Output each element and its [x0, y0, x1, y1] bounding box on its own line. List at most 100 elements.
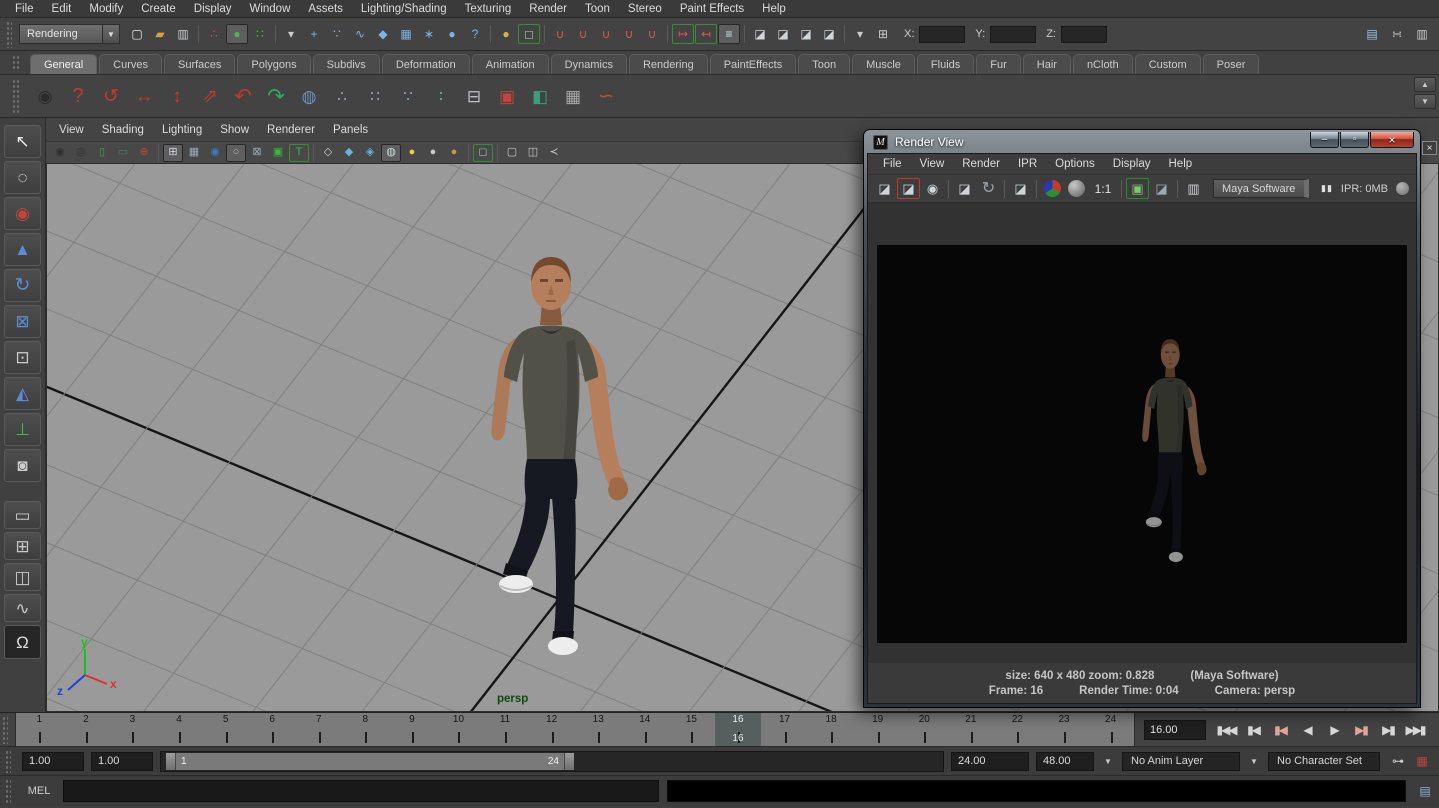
menu-show[interactable]: Show: [211, 124, 258, 136]
shelf-tab-deformation[interactable]: Deformation: [382, 54, 470, 74]
timeline-frame-5[interactable]: 5: [202, 713, 249, 746]
menu-file[interactable]: File: [874, 158, 911, 170]
rv-alpha-channel-icon[interactable]: [1068, 180, 1085, 197]
menu-shading[interactable]: Shading: [93, 124, 153, 136]
timeline-frame-8[interactable]: 8: [342, 713, 389, 746]
anim-layer-selector[interactable]: No Anim Layer: [1122, 752, 1240, 771]
safe-title-icon[interactable]: T: [289, 144, 309, 162]
coord-x-input[interactable]: [919, 26, 965, 43]
render-current-frame-icon[interactable]: ◪: [749, 24, 771, 44]
timeline-frame-12[interactable]: 12: [528, 713, 575, 746]
pause-ipr-icon[interactable]: ▮▮: [1321, 183, 1333, 194]
poser-dragon-icon[interactable]: Ω: [4, 625, 41, 659]
playback-end-field[interactable]: 24.00: [951, 752, 1029, 771]
transfer-attributes-icon[interactable]: ▣: [492, 81, 522, 111]
redo-icon[interactable]: ↷: [261, 81, 291, 111]
menu-create[interactable]: Create: [132, 3, 185, 15]
rv-region-render-icon[interactable]: ◪: [1009, 178, 1032, 199]
ipr-render-icon[interactable]: ◪: [772, 24, 794, 44]
mask-misc-icon[interactable]: ?: [464, 24, 486, 44]
ipr-tuning-icon[interactable]: ◪: [795, 24, 817, 44]
channel-box-toggle-icon[interactable]: ▥: [1411, 24, 1433, 44]
camera-dolly-icon[interactable]: ↕: [162, 81, 192, 111]
menu-help[interactable]: Help: [753, 3, 795, 15]
range-start-handle[interactable]: [166, 753, 176, 770]
wireframe-on-shaded-icon[interactable]: ◈: [360, 144, 380, 162]
shelf-tab-animation[interactable]: Animation: [472, 54, 549, 74]
menu-texturing[interactable]: Texturing: [456, 3, 521, 15]
timeline-frame-4[interactable]: 4: [156, 713, 203, 746]
snap-view-plane-icon[interactable]: ∪: [641, 24, 663, 44]
mask-deformations-icon[interactable]: ▦: [395, 24, 417, 44]
command-language-label[interactable]: MEL: [23, 785, 55, 797]
menu-assets[interactable]: Assets: [299, 3, 352, 15]
command-line-grip[interactable]: [4, 778, 11, 804]
input-connections-icon[interactable]: ↦: [672, 24, 694, 44]
menu-lighting[interactable]: Lighting: [153, 124, 211, 136]
menu-options[interactable]: Options: [1046, 158, 1104, 170]
go-to-start-button[interactable]: ▮◀◀: [1214, 719, 1238, 741]
menu-window[interactable]: Window: [240, 3, 299, 15]
render-view-titlebar[interactable]: M Render View – ▫ ×: [867, 132, 1417, 153]
timeline-frame-6[interactable]: 6: [249, 713, 296, 746]
menu-paint-effects[interactable]: Paint Effects: [671, 3, 753, 15]
rv-redo-render-icon[interactable]: ◪: [897, 178, 920, 199]
shelf-grip[interactable]: [12, 79, 20, 113]
mask-curves-icon[interactable]: ∿: [349, 24, 371, 44]
single-pane-layout-icon[interactable]: ▭: [4, 501, 41, 529]
menu-modify[interactable]: Modify: [80, 3, 132, 15]
character-set-selector[interactable]: No Character Set: [1268, 752, 1380, 771]
highlight-selection-mode-icon[interactable]: ◻: [518, 24, 540, 44]
auto-keyframe-icon[interactable]: ▦: [1411, 751, 1433, 771]
shelf-tab-muscle[interactable]: Muscle: [852, 54, 915, 74]
rv-open-render-settings-icon[interactable]: ▥: [1182, 178, 1205, 199]
menu-ipr[interactable]: IPR: [1009, 158, 1046, 170]
menu-stereo[interactable]: Stereo: [619, 3, 671, 15]
select-camera-icon[interactable]: ◉: [50, 144, 70, 162]
coord-z-input[interactable]: [1061, 26, 1107, 43]
timeline-frame-1[interactable]: 1: [16, 713, 63, 746]
outliner-persp-layout-icon[interactable]: ◫: [4, 563, 41, 591]
timeline-frame-9[interactable]: 9: [389, 713, 436, 746]
menu-display[interactable]: Display: [185, 3, 241, 15]
mask-handles-icon[interactable]: ∵: [326, 24, 348, 44]
timeline-frame-2[interactable]: 2: [63, 713, 110, 746]
resolution-gate-icon[interactable]: ◉: [205, 144, 225, 162]
shelf-tab-rendering[interactable]: Rendering: [629, 54, 708, 74]
mask-surfaces-icon[interactable]: ◆: [372, 24, 394, 44]
rotate-tool-icon[interactable]: ↻: [4, 269, 41, 302]
timeline-frame-18[interactable]: 18: [808, 713, 855, 746]
rendered-image[interactable]: [877, 245, 1407, 643]
timeline-frame-11[interactable]: 11: [482, 713, 529, 746]
menu-file[interactable]: File: [6, 3, 43, 15]
mask-rendering-icon[interactable]: ●: [441, 24, 463, 44]
anim-layer-dropdown[interactable]: ▼: [1247, 757, 1261, 766]
save-scene-icon[interactable]: ▥: [172, 24, 194, 44]
close-button[interactable]: ×: [1370, 132, 1414, 148]
delete-history-icon[interactable]: ◍: [294, 81, 324, 111]
mask-dynamics-icon[interactable]: ∗: [418, 24, 440, 44]
shelf-scroll-up-icon[interactable]: ▲: [1414, 77, 1436, 92]
command-feedback[interactable]: [667, 780, 1406, 802]
menu-view[interactable]: View: [911, 158, 954, 170]
camera-zoom-icon[interactable]: ⇗: [195, 81, 225, 111]
field-entry-mode-dropdown[interactable]: ▾: [849, 24, 871, 44]
script-editor-icon[interactable]: ▤: [1414, 781, 1436, 801]
menu-toon[interactable]: Toon: [576, 3, 619, 15]
rv-keep-image-icon[interactable]: ▣: [1126, 178, 1149, 199]
coord-y-input[interactable]: [990, 26, 1036, 43]
parent-icon[interactable]: ∴: [327, 81, 357, 111]
menu-edit[interactable]: Edit: [43, 3, 81, 15]
output-connections-icon[interactable]: ↤: [695, 24, 717, 44]
rv-render-icon[interactable]: ◪: [873, 178, 896, 199]
absolute-transform-icon[interactable]: ⊞: [872, 24, 894, 44]
timeline-frame-14[interactable]: 14: [622, 713, 669, 746]
hypergraph-icon[interactable]: ⊟: [459, 81, 489, 111]
film-gate-icon[interactable]: ▦: [184, 144, 204, 162]
chevron-down-icon[interactable]: ▼: [103, 24, 120, 44]
paint-selection-tool-icon[interactable]: ◉: [4, 197, 41, 230]
menu-render[interactable]: Render: [953, 158, 1009, 170]
safe-action-icon[interactable]: ▣: [268, 144, 288, 162]
time-slider-grip[interactable]: [1, 715, 8, 744]
menu-lighting-shading[interactable]: Lighting/Shading: [352, 3, 456, 15]
